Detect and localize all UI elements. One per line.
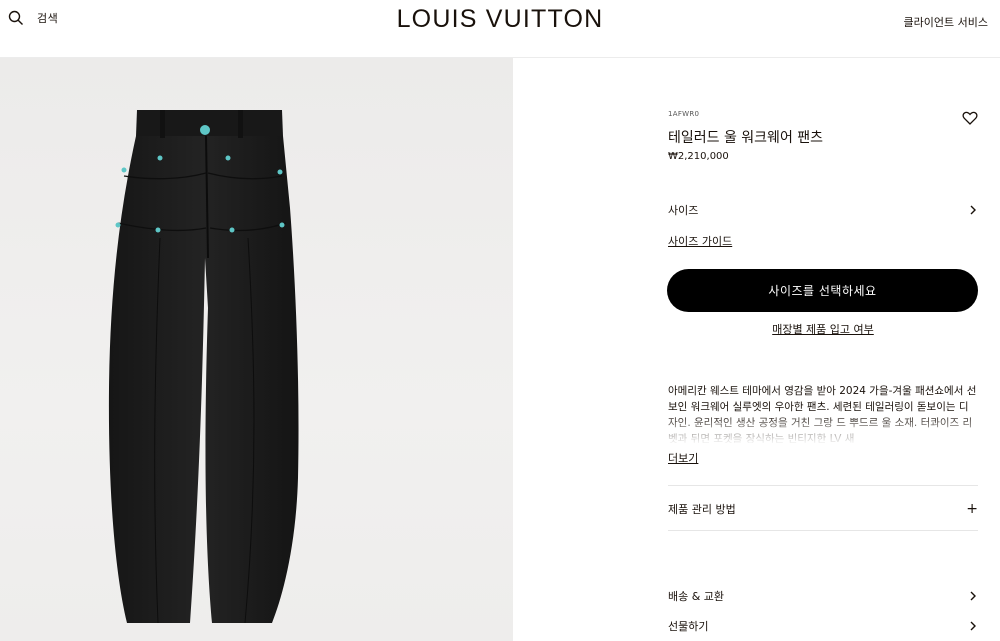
size-selector[interactable]: 사이즈 — [668, 202, 978, 218]
product-price: ₩2,210,000 — [668, 151, 729, 162]
size-guide-link[interactable]: 사이즈 가이드 — [668, 233, 732, 249]
chevron-right-icon — [970, 205, 976, 215]
store-stock-link[interactable]: 매장별 제품 입고 여부 — [668, 321, 978, 337]
brand-logo[interactable]: LOUIS VUITTON — [0, 5, 1000, 34]
product-sku: 1AFWR0 — [668, 110, 700, 118]
chevron-right-icon — [970, 621, 976, 631]
shipping-label: 배송 & 교환 — [668, 590, 725, 603]
pants-illustration — [108, 110, 299, 624]
care-accordion[interactable]: 제품 관리 방법 + — [668, 501, 978, 517]
gift-label: 선물하기 — [668, 620, 709, 633]
description-fade — [668, 413, 978, 443]
plus-icon: + — [966, 501, 978, 517]
client-service-link[interactable]: 클라이언트 서비스 — [904, 14, 988, 30]
size-label: 사이즈 — [668, 204, 699, 217]
read-more-link[interactable]: 더보기 — [668, 450, 698, 466]
divider — [668, 530, 978, 531]
shipping-link[interactable]: 배송 & 교환 — [668, 588, 978, 604]
divider — [668, 485, 978, 486]
select-size-button[interactable]: 사이즈를 선택하세요 — [667, 269, 978, 312]
product-title: 테일러드 울 워크웨어 팬츠 — [668, 130, 824, 146]
site-header: 검색 LOUIS VUITTON 클라이언트 서비스 — [0, 0, 1000, 58]
gift-link[interactable]: 선물하기 — [668, 618, 978, 634]
product-image[interactable] — [0, 58, 513, 641]
chevron-right-icon — [970, 591, 976, 601]
care-label: 제품 관리 방법 — [668, 503, 736, 516]
heart-icon[interactable] — [962, 110, 978, 126]
